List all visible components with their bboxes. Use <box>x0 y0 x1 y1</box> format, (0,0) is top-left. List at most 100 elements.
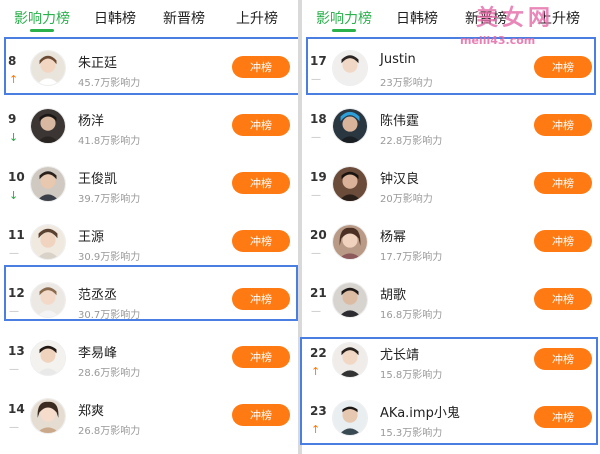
rush-button[interactable]: 冲榜 <box>232 230 290 252</box>
rank-number: 23 <box>310 404 327 418</box>
list-item[interactable]: 21 — 胡歌 16.8万影响力 冲榜 <box>302 276 600 332</box>
list-item[interactable]: 10 ↓ 王俊凯 39.7万影响力 冲榜 <box>0 160 298 216</box>
influence-value: 30.7万影响力 <box>78 310 141 321</box>
trend-flat-icon: — <box>311 190 321 201</box>
rank-number: 8 <box>8 54 17 68</box>
rank-number: 10 <box>8 170 25 184</box>
list-item[interactable]: 9 ↓ 杨洋 41.8万影响力 冲榜 <box>0 102 298 158</box>
tab-rising[interactable]: 上升榜 <box>236 8 278 28</box>
tab-newcomer[interactable]: 新晋榜 <box>163 8 205 28</box>
list-item[interactable]: 23 ↑ AKa.imp小鬼 15.3万影响力 冲榜 <box>302 394 600 450</box>
avatar[interactable] <box>332 282 368 318</box>
influence-value: 20万影响力 <box>380 194 433 205</box>
avatar[interactable] <box>332 166 368 202</box>
ranking-screenshot-collage: 影响力榜 日韩榜 新晋榜 上升榜 8 ↑ 朱正廷 45.7万影响力 冲榜 9 ↓… <box>0 0 600 454</box>
tab-influence[interactable]: 影响力榜 <box>316 8 372 28</box>
influence-value: 30.9万影响力 <box>78 252 141 263</box>
list-item[interactable]: 8 ↑ 朱正廷 45.7万影响力 冲榜 <box>0 44 298 100</box>
rank-number: 17 <box>310 54 327 68</box>
avatar[interactable] <box>30 166 66 202</box>
rush-button[interactable]: 冲榜 <box>232 346 290 368</box>
list-item[interactable]: 19 — 钟汉良 20万影响力 冲榜 <box>302 160 600 216</box>
avatar[interactable] <box>332 50 368 86</box>
trend-flat-icon: — <box>9 248 19 259</box>
trend-down-icon: ↓ <box>9 131 19 144</box>
rush-button[interactable]: 冲榜 <box>232 288 290 310</box>
artist-name: 王源 <box>78 230 105 245</box>
rank-number: 9 <box>8 112 17 126</box>
influence-value: 28.6万影响力 <box>78 368 141 379</box>
list-item[interactable]: 12 — 范丞丞 30.7万影响力 冲榜 <box>0 276 298 332</box>
artist-name: 胡歌 <box>380 288 407 303</box>
rank-number: 21 <box>310 286 327 300</box>
tab-japan-korea[interactable]: 日韩榜 <box>94 8 136 28</box>
artist-name: 杨洋 <box>78 114 105 129</box>
influence-value: 39.7万影响力 <box>78 194 141 205</box>
trend-flat-icon: — <box>311 132 321 143</box>
rank-number: 19 <box>310 170 327 184</box>
rush-button[interactable]: 冲榜 <box>232 114 290 136</box>
trend-up-icon: ↑ <box>9 73 19 86</box>
avatar[interactable] <box>332 342 368 378</box>
rush-button[interactable]: 冲榜 <box>534 56 592 78</box>
trend-up-icon: ↑ <box>311 365 321 378</box>
list-item[interactable]: 18 — 陈伟霆 22.8万影响力 冲榜 <box>302 102 600 158</box>
artist-name: 杨幂 <box>380 230 407 245</box>
avatar[interactable] <box>332 108 368 144</box>
influence-value: 41.8万影响力 <box>78 136 141 147</box>
trend-flat-icon: — <box>9 306 19 317</box>
avatar[interactable] <box>30 340 66 376</box>
avatar[interactable] <box>30 398 66 434</box>
influence-value: 26.8万影响力 <box>78 426 141 437</box>
rush-button[interactable]: 冲榜 <box>232 404 290 426</box>
left-ranking-panel: 影响力榜 日韩榜 新晋榜 上升榜 8 ↑ 朱正廷 45.7万影响力 冲榜 9 ↓… <box>0 0 298 454</box>
list-item[interactable]: 14 — 郑爽 26.8万影响力 冲榜 <box>0 392 298 448</box>
list-item[interactable]: 22 ↑ 尤长靖 15.8万影响力 冲榜 <box>302 336 600 392</box>
rank-number: 13 <box>8 344 25 358</box>
tab-japan-korea[interactable]: 日韩榜 <box>396 8 438 28</box>
rank-number: 11 <box>8 228 25 242</box>
avatar[interactable] <box>30 50 66 86</box>
rank-number: 18 <box>310 112 327 126</box>
influence-value: 45.7万影响力 <box>78 78 141 89</box>
rush-button[interactable]: 冲榜 <box>534 230 592 252</box>
rank-number: 20 <box>310 228 327 242</box>
rush-button[interactable]: 冲榜 <box>534 348 592 370</box>
rush-button[interactable]: 冲榜 <box>534 114 592 136</box>
trend-up-icon: ↑ <box>311 423 321 436</box>
avatar[interactable] <box>30 282 66 318</box>
influence-value: 15.8万影响力 <box>380 370 443 381</box>
list-item[interactable]: 11 — 王源 30.9万影响力 冲榜 <box>0 218 298 274</box>
influence-value: 22.8万影响力 <box>380 136 443 147</box>
rush-button[interactable]: 冲榜 <box>534 406 592 428</box>
ranking-tabs: 影响力榜 日韩榜 新晋榜 上升榜 <box>0 0 298 34</box>
list-item[interactable]: 20 — 杨幂 17.7万影响力 冲榜 <box>302 218 600 274</box>
rank-number: 14 <box>8 402 25 416</box>
trend-flat-icon: — <box>9 422 19 433</box>
trend-flat-icon: — <box>9 364 19 375</box>
artist-name: 陈伟霆 <box>380 114 420 129</box>
rush-button[interactable]: 冲榜 <box>534 288 592 310</box>
tab-influence[interactable]: 影响力榜 <box>14 8 70 28</box>
rush-button[interactable]: 冲榜 <box>232 56 290 78</box>
watermark-url: meili43.com <box>460 34 536 47</box>
artist-name: 李易峰 <box>78 346 118 361</box>
list-item[interactable]: 17 — Justin 23万影响力 冲榜 <box>302 44 600 100</box>
rush-button[interactable]: 冲榜 <box>534 172 592 194</box>
trend-down-icon: ↓ <box>9 189 19 202</box>
avatar[interactable] <box>332 224 368 260</box>
rush-button[interactable]: 冲榜 <box>232 172 290 194</box>
ranking-tabs: 影响力榜 日韩榜 新晋榜 上升榜 <box>302 0 600 34</box>
trend-flat-icon: — <box>311 248 321 259</box>
influence-value: 17.7万影响力 <box>380 252 443 263</box>
artist-name: 王俊凯 <box>78 172 118 187</box>
avatar[interactable] <box>30 224 66 260</box>
rank-number: 22 <box>310 346 327 360</box>
list-item[interactable]: 13 — 李易峰 28.6万影响力 冲榜 <box>0 334 298 390</box>
artist-name: AKa.imp小鬼 <box>380 406 460 421</box>
artist-name: 钟汉良 <box>380 172 420 187</box>
artist-name: 尤长靖 <box>380 348 420 363</box>
right-ranking-panel: 影响力榜 日韩榜 新晋榜 上升榜 17 — Justin 23万影响力 冲榜 1… <box>302 0 600 454</box>
avatar[interactable] <box>30 108 66 144</box>
avatar[interactable] <box>332 400 368 436</box>
